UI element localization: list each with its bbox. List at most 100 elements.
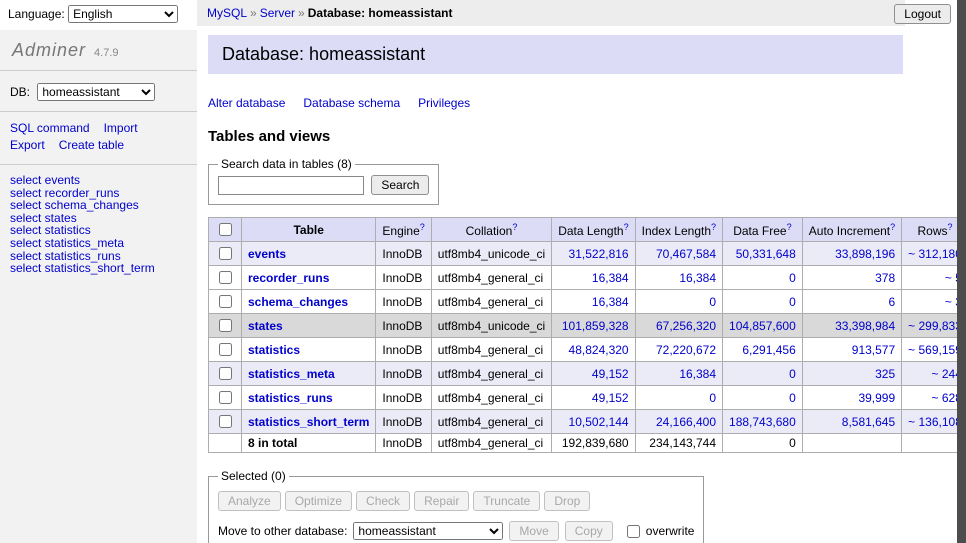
auto-increment-cell: 6 bbox=[802, 290, 901, 314]
row-select-cell bbox=[209, 266, 242, 290]
rows-count-link[interactable]: ~ 244 bbox=[932, 367, 958, 381]
rows-count-link[interactable]: ~ 569,159 bbox=[908, 343, 957, 357]
table-link-statistics[interactable]: statistics bbox=[248, 343, 300, 357]
table-row: recorder_runsInnoDButf8mb4_general_ci16,… bbox=[209, 266, 958, 290]
analyze-button[interactable]: Analyze bbox=[218, 491, 281, 511]
help-link[interactable]: ? bbox=[948, 222, 953, 232]
sidebar-item-select-events[interactable]: select events bbox=[10, 174, 187, 187]
help-link[interactable]: ? bbox=[420, 222, 425, 232]
table-row: statistics_runsInnoDButf8mb4_general_ci4… bbox=[209, 386, 958, 410]
breadcrumb-item-mysql[interactable]: MySQL bbox=[207, 6, 247, 20]
selected-legend: Selected (0) bbox=[218, 469, 289, 483]
row-checkbox[interactable] bbox=[219, 367, 232, 380]
engine-cell: InnoDB bbox=[376, 290, 431, 314]
language-bar: Language: English bbox=[0, 0, 197, 26]
search-fieldset: Search data in tables (8) Search bbox=[208, 157, 439, 205]
sidebar-link-row: SQL command Import bbox=[10, 120, 187, 137]
auto-increment-cell: 33,898,196 bbox=[802, 242, 901, 266]
breadcrumb-separator: » bbox=[250, 6, 257, 20]
rows-count-link[interactable]: ~ 136,108 bbox=[908, 415, 957, 429]
breadcrumb-item-database-homeassistant: Database: homeassistant bbox=[308, 6, 453, 20]
tables-overview-table: TableEngine?Collation?Data Length?Index … bbox=[208, 217, 957, 453]
engine-cell: InnoDB bbox=[376, 314, 431, 338]
optimize-button[interactable]: Optimize bbox=[285, 491, 352, 511]
sidebar-link-import[interactable]: Import bbox=[104, 121, 138, 135]
rows-count-link[interactable]: ~ 5 bbox=[945, 271, 957, 285]
row-checkbox[interactable] bbox=[219, 271, 232, 284]
sidebar-link-sql-command[interactable]: SQL command bbox=[10, 121, 90, 135]
rows-count-link[interactable]: ~ 3 bbox=[945, 295, 957, 309]
auto-increment-cell: 913,577 bbox=[802, 338, 901, 362]
search-legend: Search data in tables (8) bbox=[218, 157, 355, 171]
table-link-states[interactable]: states bbox=[248, 319, 283, 333]
selected-fieldset: Selected (0) AnalyzeOptimizeCheckRepairT… bbox=[208, 469, 704, 543]
table-link-statistics-short-term[interactable]: statistics_short_term bbox=[248, 415, 369, 429]
total-row: 8 in totalInnoDButf8mb4_general_ci192,83… bbox=[209, 434, 958, 453]
sidebar-item-select-schema-changes[interactable]: select schema_changes bbox=[10, 199, 187, 212]
language-select[interactable]: English bbox=[68, 5, 178, 23]
copy-button[interactable]: Copy bbox=[565, 521, 613, 541]
select-all-checkbox[interactable] bbox=[219, 223, 232, 236]
table-name-cell: 8 in total bbox=[242, 434, 376, 453]
move-button[interactable]: Move bbox=[509, 521, 558, 541]
top-bar: Language: English MySQL»Server»Database:… bbox=[0, 0, 966, 26]
search-button[interactable]: Search bbox=[371, 175, 429, 195]
table-link-events[interactable]: events bbox=[248, 247, 286, 261]
table-link-statistics-runs[interactable]: statistics_runs bbox=[248, 391, 333, 405]
database-schema-link[interactable]: Database schema bbox=[303, 96, 400, 110]
table-link-schema-changes[interactable]: schema_changes bbox=[248, 295, 348, 309]
logout-button[interactable]: Logout bbox=[894, 4, 951, 24]
move-db-select[interactable]: homeassistant bbox=[353, 522, 503, 540]
rows-count-link[interactable]: ~ 628 bbox=[932, 391, 958, 405]
data-free-cell: 104,857,600 bbox=[723, 314, 803, 338]
sidebar-link-export[interactable]: Export bbox=[10, 138, 45, 152]
rows-cell: ~ 312,180 bbox=[902, 242, 957, 266]
row-checkbox[interactable] bbox=[219, 343, 232, 356]
help-link[interactable]: ? bbox=[890, 222, 895, 232]
search-input[interactable] bbox=[218, 176, 364, 195]
collation-cell: utf8mb4_general_ci bbox=[431, 266, 551, 290]
row-checkbox[interactable] bbox=[219, 247, 232, 260]
engine-cell: InnoDB bbox=[376, 434, 431, 453]
rows-cell: ~ 3 bbox=[902, 290, 957, 314]
row-checkbox[interactable] bbox=[219, 391, 232, 404]
table-link-recorder-runs[interactable]: recorder_runs bbox=[248, 271, 329, 285]
truncate-button[interactable]: Truncate bbox=[473, 491, 540, 511]
repair-button[interactable]: Repair bbox=[414, 491, 469, 511]
db-select[interactable]: homeassistant bbox=[37, 83, 155, 101]
scrollbar[interactable] bbox=[957, 0, 966, 543]
help-link[interactable]: ? bbox=[512, 222, 517, 232]
alter-database-link[interactable]: Alter database bbox=[208, 96, 285, 110]
scrollbar-thumb[interactable] bbox=[957, 0, 966, 543]
collation-cell: utf8mb4_general_ci bbox=[431, 410, 551, 434]
drop-button[interactable]: Drop bbox=[544, 491, 590, 511]
tables-heading: Tables and views bbox=[208, 128, 903, 145]
row-select-cell bbox=[209, 386, 242, 410]
data-free-cell: 6,291,456 bbox=[723, 338, 803, 362]
column-header-rows: Rows? bbox=[902, 218, 957, 242]
table-name-cell: statistics_short_term bbox=[242, 410, 376, 434]
rows-count-link[interactable]: ~ 299,833 bbox=[908, 319, 957, 333]
row-checkbox[interactable] bbox=[219, 319, 232, 332]
rows-count-link[interactable]: ~ 312,180 bbox=[908, 247, 957, 261]
index-length-cell: 16,384 bbox=[635, 362, 722, 386]
sidebar-item-select-statistics-short-term[interactable]: select statistics_short_term bbox=[10, 262, 187, 275]
check-button[interactable]: Check bbox=[356, 491, 410, 511]
sidebar: Adminer 4.7.9 DB: homeassistant SQL comm… bbox=[0, 30, 197, 543]
help-link[interactable]: ? bbox=[624, 222, 629, 232]
row-checkbox[interactable] bbox=[219, 415, 232, 428]
column-header-engine: Engine? bbox=[376, 218, 431, 242]
table-link-statistics-meta[interactable]: statistics_meta bbox=[248, 367, 335, 381]
sidebar-item-select-statistics-meta[interactable]: select statistics_meta bbox=[10, 237, 187, 250]
help-link[interactable]: ? bbox=[711, 222, 716, 232]
data-free-cell: 0 bbox=[723, 386, 803, 410]
engine-cell: InnoDB bbox=[376, 242, 431, 266]
breadcrumb-item-server[interactable]: Server bbox=[260, 6, 295, 20]
privileges-link[interactable]: Privileges bbox=[418, 96, 470, 110]
rows-cell: ~ 569,159 bbox=[902, 338, 957, 362]
row-checkbox[interactable] bbox=[219, 295, 232, 308]
sidebar-link-create-table[interactable]: Create table bbox=[59, 138, 124, 152]
column-header-data-length: Data Length? bbox=[552, 218, 635, 242]
help-link[interactable]: ? bbox=[787, 222, 792, 232]
overwrite-checkbox[interactable] bbox=[627, 525, 640, 538]
